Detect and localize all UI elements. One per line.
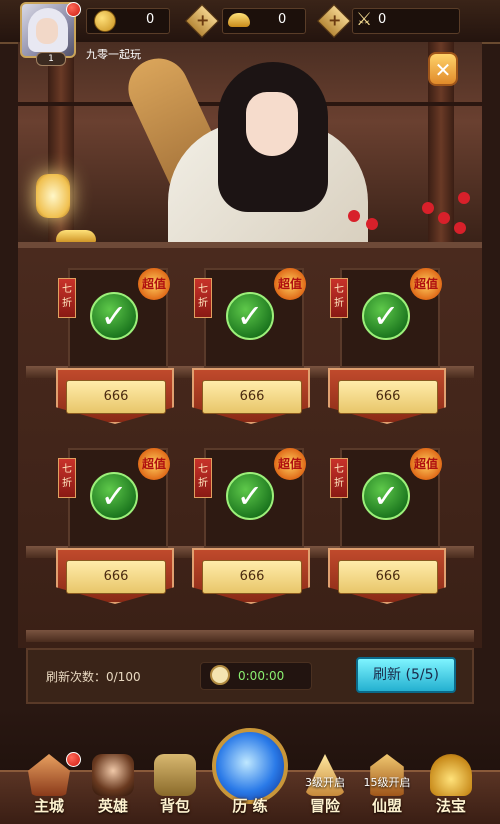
plum-blossom-icon (438, 212, 450, 224)
crossed-swords-icon: ⚔ (356, 9, 373, 30)
buy-button[interactable]: 666 (66, 380, 166, 414)
nav-label: 英雄 (97, 797, 128, 815)
plus-icon: + (328, 10, 342, 30)
nav-label: 历 练 (232, 797, 268, 815)
purchased-check-icon: ✓ (362, 472, 410, 520)
avatar-face (36, 18, 58, 44)
value-badge: 超值 (138, 448, 170, 480)
copper-coin-icon (94, 10, 116, 32)
shelf-plank (26, 630, 474, 642)
treasure-icon (430, 754, 472, 796)
refresh-button[interactable]: 刷新 (5/5) (356, 657, 456, 693)
bag-icon (154, 754, 196, 796)
unlock-level-text: 15级开启 (363, 776, 411, 789)
hero-banner (18, 42, 482, 242)
value-badge: 超值 (138, 268, 170, 300)
lantern-icon (36, 174, 70, 218)
nav-alliance[interactable]: 15级开启 仙盟 (356, 740, 418, 822)
shop-item-4: 七折 超值 ✓ 666 (52, 448, 184, 604)
discount-tag: 七折 (194, 458, 212, 498)
gold-ingot-decoration (56, 230, 96, 242)
gold-ingot-icon (228, 13, 250, 27)
purchased-check-icon: ✓ (362, 292, 410, 340)
player-level: 1 (36, 52, 66, 66)
shop-item-3: 七折 超值 ✓ 666 (324, 268, 456, 424)
refresh-timer: 0:00:00 (238, 669, 285, 683)
nav-treasure[interactable]: 法宝 (420, 740, 482, 822)
battle-value: 0 (378, 12, 387, 27)
value-badge: 超值 (274, 448, 306, 480)
buy-button[interactable]: 666 (338, 560, 438, 594)
nav-adventure[interactable]: 3级开启 冒险 (294, 740, 356, 822)
purchased-check-icon: ✓ (226, 292, 274, 340)
nav-label: 冒险 (309, 797, 340, 815)
close-button[interactable]: ✕ (428, 52, 458, 86)
nav-bag[interactable]: 背包 (144, 740, 206, 822)
purchased-check-icon: ✓ (90, 472, 138, 520)
plum-blossom-icon (366, 218, 378, 230)
buy-button[interactable]: 666 (202, 560, 302, 594)
gold-value: 0 (278, 12, 287, 27)
shop-item-6: 七折 超值 ✓ 666 (324, 448, 456, 604)
nav-training[interactable]: 历 练 (219, 740, 281, 822)
copper-value: 0 (146, 12, 155, 27)
shop-item-2: 七折 超值 ✓ 666 (188, 268, 320, 424)
value-badge: 超值 (410, 448, 442, 480)
purchased-check-icon: ✓ (226, 472, 274, 520)
plum-blossom-icon (454, 222, 466, 234)
city-notification-dot (66, 752, 81, 767)
shop-item-1: 七折 超值 ✓ 666 (52, 268, 184, 424)
refresh-count-text: 刷新次数：0/100 (46, 670, 141, 684)
plum-blossom-icon (422, 202, 434, 214)
nav-label: 背包 (159, 797, 190, 815)
buy-button[interactable]: 666 (66, 560, 166, 594)
shop-item-5: 七折 超值 ✓ 666 (188, 448, 320, 604)
plum-blossom-icon (458, 192, 470, 204)
nav-label: 法宝 (435, 797, 466, 815)
unlock-level-text: 3级开启 (305, 776, 345, 789)
discount-tag: 七折 (330, 278, 348, 318)
discount-tag: 七折 (58, 278, 76, 318)
city-icon (28, 754, 70, 796)
purchased-check-icon: ✓ (90, 292, 138, 340)
buy-button[interactable]: 666 (202, 380, 302, 414)
plus-icon: + (196, 10, 210, 30)
buy-button[interactable]: 666 (338, 380, 438, 414)
plum-blossom-icon (348, 210, 360, 222)
discount-tag: 七折 (194, 278, 212, 318)
discount-tag: 七折 (58, 458, 76, 498)
nav-label: 仙盟 (371, 797, 402, 815)
nav-label: 主城 (33, 797, 64, 815)
discount-tag: 七折 (330, 458, 348, 498)
nav-hero[interactable]: 英雄 (82, 740, 144, 822)
clock-icon (210, 665, 230, 685)
avatar-notification-dot (66, 2, 81, 17)
character-face (246, 92, 298, 156)
hero-icon (92, 754, 134, 796)
player-name: 九零一起玩 (86, 48, 141, 61)
value-badge: 超值 (410, 268, 442, 300)
value-badge: 超值 (274, 268, 306, 300)
